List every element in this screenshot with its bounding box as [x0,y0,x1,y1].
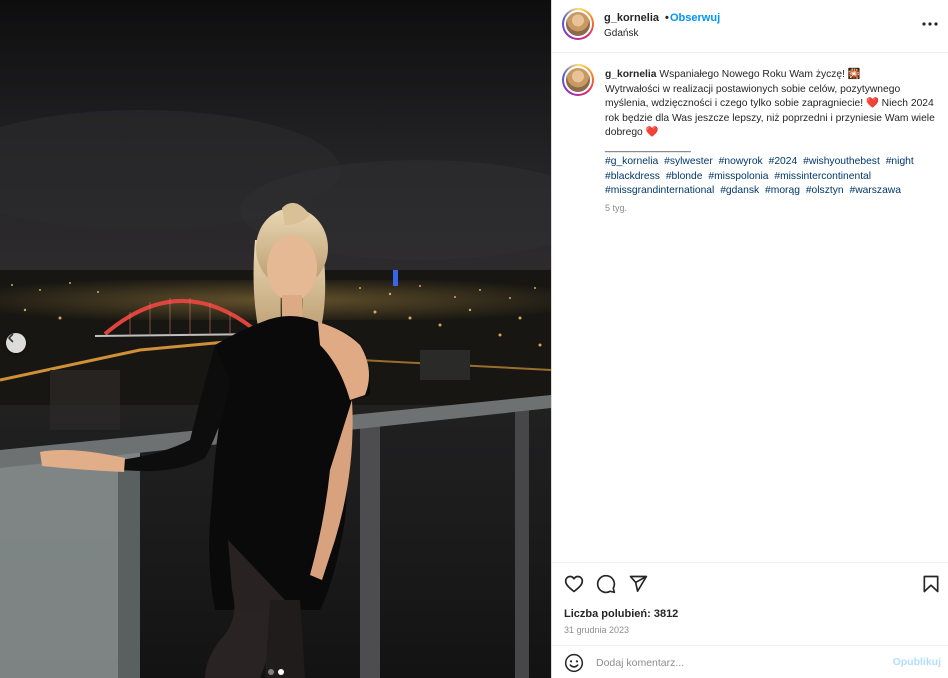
carousel-indicator [268,669,284,675]
comment-bar: Opublikuj [552,645,948,678]
comment-input[interactable] [596,654,876,672]
hashtag-link[interactable]: #olsztyn [806,185,844,196]
bookmark-icon[interactable] [921,574,941,594]
hashtag-link[interactable]: #missgrandinternational [605,185,714,196]
hashtag-link[interactable]: #night [886,156,914,167]
follow-button[interactable]: Obserwuj [670,12,720,24]
caption-line-1: Wspaniałego Nowego Roku Wam życzę! 🎇 [659,69,861,80]
hashtag-link[interactable]: #g_kornelia [605,156,658,167]
post-comment-button[interactable]: Opublikuj [893,656,941,668]
post-side-panel: g_kornelia • Obserwuj Gdańsk g_kornelia … [551,0,948,678]
caption-avatar[interactable] [562,64,594,96]
hashtag-list: #g_kornelia #sylwester #nowyrok #2024 #w… [605,155,935,199]
hashtag-link[interactable]: #wishyouthebest [803,156,880,167]
hashtag-link[interactable]: #missintercontinental [774,171,871,182]
hashtag-link[interactable]: #misspolonia [708,171,768,182]
author-avatar[interactable] [562,8,594,40]
post-caption: g_kornelia Wspaniałego Nowego Roku Wam ż… [552,54,948,559]
post-date[interactable]: 31 grudnia 2023 [564,625,629,635]
hashtag-link[interactable]: #warszawa [849,185,901,196]
carousel-dot [268,669,274,675]
caption-time[interactable]: 5 tyg. [605,203,627,213]
header-separator: • [665,12,669,24]
chevron-left-icon [8,333,14,343]
author-username[interactable]: g_kornelia [604,12,659,24]
hashtag-link[interactable]: #morąg [765,185,800,196]
post-header: g_kornelia • Obserwuj Gdańsk [552,0,948,53]
hashtag-link[interactable]: #sylwester [664,156,713,167]
caption-divider: _______________ [605,141,691,153]
photo-image [0,0,551,678]
hashtag-link[interactable]: #2024 [769,156,798,167]
post-location[interactable]: Gdańsk [604,28,638,39]
hashtag-link[interactable]: #blonde [666,171,703,182]
hashtag-link[interactable]: #gdansk [720,185,759,196]
caption-username[interactable]: g_kornelia [605,69,657,80]
post-photo[interactable] [0,0,551,678]
comment-icon[interactable] [596,574,616,594]
like-count[interactable]: Liczba polubień: 3812 [564,608,678,620]
hashtag-link[interactable]: #blackdress [605,171,660,182]
hashtag-link[interactable]: #nowyrok [719,156,763,167]
caption-text: g_kornelia Wspaniałego Nowego Roku Wam ż… [605,68,935,199]
carousel-prev-button[interactable] [6,333,26,353]
caption-line-2: Wytrwałości w realizacji postawionych so… [605,83,935,139]
more-options-button[interactable] [922,16,938,32]
carousel-dot-active [278,669,284,675]
more-options-icon [922,22,938,26]
share-icon[interactable] [628,574,648,594]
emoji-icon[interactable] [564,653,584,673]
heart-icon[interactable] [564,574,584,594]
